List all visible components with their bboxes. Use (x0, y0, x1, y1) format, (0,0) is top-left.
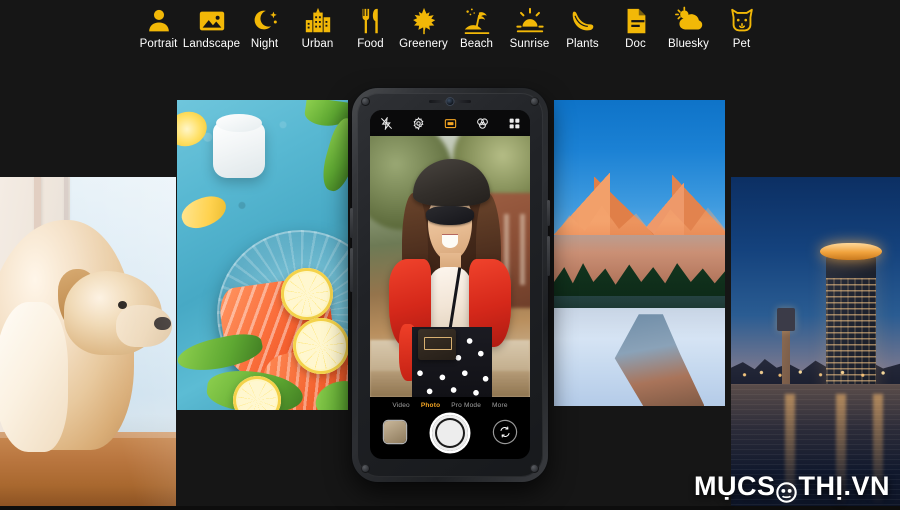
scene-label: Bluesky (668, 38, 709, 50)
scene-label: Pet (732, 38, 751, 50)
volume-up-button[interactable] (350, 208, 353, 238)
scene-item-sunrise[interactable]: Sunrise (503, 0, 556, 51)
snow-photo[interactable] (554, 100, 725, 406)
camera-viewfinder[interactable] (370, 136, 530, 397)
food-icon (356, 6, 386, 36)
scene-label: Beach (459, 38, 494, 50)
scene-label: Night (250, 38, 279, 50)
scene-label: Food (357, 38, 384, 50)
flash-icon[interactable] (380, 116, 393, 130)
pet-icon (727, 6, 757, 36)
power-button[interactable] (547, 200, 550, 226)
doc-icon (621, 6, 651, 36)
filter-icon[interactable] (476, 117, 489, 130)
dog-photo[interactable] (0, 177, 176, 506)
scene-label: Urban (301, 38, 334, 50)
settings-icon[interactable] (412, 116, 425, 130)
bluesky-icon (674, 6, 704, 36)
camera-bottom-bar: Video Photo Pro Mode More (370, 397, 530, 459)
snow-photo-image (554, 100, 725, 406)
landscape-icon (197, 6, 227, 36)
night-icon (250, 6, 280, 36)
camera-mode-video[interactable]: Video (392, 402, 410, 409)
camera-top-bar (370, 110, 530, 136)
ai-scene-bar: Portrait Landscape Night Urban Food Gree… (0, 0, 900, 62)
food-photo-image (177, 100, 348, 410)
watermark: MỤCS THỊ.VN (693, 471, 890, 503)
city-photo-image (731, 177, 900, 506)
phone-bezel: Video Photo Pro Mode More (357, 93, 543, 477)
camera-mode-row: Video Photo Pro Mode More (370, 399, 530, 411)
scene-item-landscape[interactable]: Landscape (182, 0, 241, 51)
plants-icon (568, 6, 598, 36)
screw-icon (530, 464, 539, 473)
switch-camera-button[interactable] (494, 421, 516, 443)
camera-mode-photo[interactable]: Photo (421, 402, 440, 409)
beach-icon (462, 6, 492, 36)
scene-label: Sunrise (509, 38, 550, 50)
urban-icon (303, 6, 333, 36)
scene-item-urban[interactable]: Urban (291, 0, 344, 51)
scene-label: Portrait (139, 38, 178, 50)
food-photo[interactable] (177, 100, 348, 410)
scene-item-plants[interactable]: Plants (556, 0, 609, 51)
scene-item-portrait[interactable]: Portrait (132, 0, 185, 51)
ai-scene-icon[interactable] (444, 117, 457, 130)
scene-item-food[interactable]: Food (344, 0, 397, 51)
phone-device: Video Photo Pro Mode More (350, 88, 550, 482)
volume-down-button[interactable] (350, 248, 353, 292)
portrait-icon (144, 6, 174, 36)
scene-item-bluesky[interactable]: Bluesky (662, 0, 715, 51)
scene-item-beach[interactable]: Beach (450, 0, 503, 51)
grid-icon[interactable] (508, 117, 521, 130)
scene-label: Plants (566, 38, 599, 50)
watermark-text-before: MỤCS (693, 471, 776, 501)
scene-item-pet[interactable]: Pet (715, 0, 768, 51)
scene-label: Doc (625, 38, 646, 50)
watermark-logo-icon (776, 479, 798, 503)
gallery-thumbnail-button[interactable] (384, 421, 406, 443)
screw-icon (361, 97, 370, 106)
sunrise-icon (515, 6, 545, 36)
screw-icon (530, 97, 539, 106)
scene-item-greenery[interactable]: Greenery (397, 0, 450, 51)
phone-screen: Video Photo Pro Mode More (370, 110, 530, 459)
scene-item-night[interactable]: Night (238, 0, 291, 51)
custom-key-button[interactable] (547, 236, 550, 276)
shutter-button[interactable] (432, 415, 468, 451)
camera-mode-more[interactable]: More (492, 402, 508, 409)
camera-mode-pro[interactable]: Pro Mode (451, 402, 481, 409)
scene-label: Landscape (182, 38, 241, 50)
watermark-text-after: THỊ.VN (798, 471, 890, 501)
greenery-icon (409, 6, 439, 36)
screw-icon (361, 464, 370, 473)
scene-item-doc[interactable]: Doc (609, 0, 662, 51)
city-photo[interactable] (731, 177, 900, 506)
front-camera-icon (446, 98, 454, 105)
dog-photo-image (0, 177, 176, 506)
scene-label: Greenery (399, 38, 448, 50)
